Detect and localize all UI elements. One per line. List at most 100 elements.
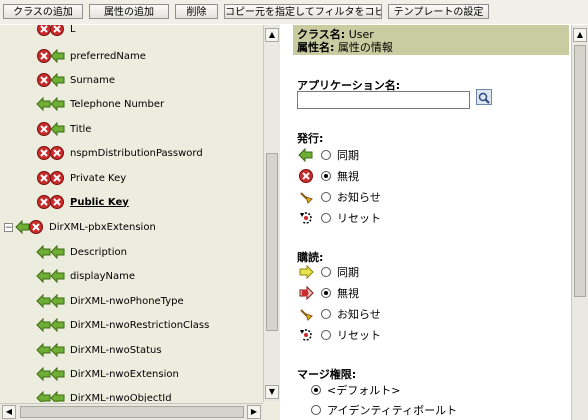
publish-ignore-option[interactable]: 無視	[297, 166, 359, 186]
tree-item-label: Description	[70, 246, 127, 258]
add-attribute-button[interactable]: 属性の追加	[89, 4, 169, 19]
option-label: リセット	[337, 212, 381, 225]
filter-ignore-sync-icon	[36, 121, 66, 137]
tree-item-label: nspmDistributionPassword	[70, 147, 203, 159]
filter-ignore-ignore-icon	[36, 145, 66, 161]
scroll-up-arrow-icon[interactable]: ▲	[573, 28, 587, 42]
tree-item-label: DirXML-nwoStatus	[70, 344, 162, 356]
tree-item-label: DirXML-nwoRestrictionClass	[70, 319, 210, 331]
reset-icon	[297, 327, 315, 343]
radio-button-selected[interactable]	[321, 171, 331, 181]
tree-item[interactable]: displayName	[36, 266, 135, 286]
tree-item[interactable]: Private Key	[36, 168, 126, 188]
details-vertical-scrollbar[interactable]: ▲	[571, 25, 588, 420]
tree-item[interactable]: nspmDistributionPassword	[36, 143, 203, 163]
option-label: お知らせ	[337, 191, 381, 204]
radio-button[interactable]	[321, 192, 331, 202]
scroll-left-arrow-icon[interactable]: ◀	[2, 405, 16, 419]
collapse-icon[interactable]: −	[4, 222, 13, 232]
scroll-thumb[interactable]	[20, 406, 244, 418]
radio-button[interactable]	[321, 309, 331, 319]
class-name-value: User	[348, 28, 374, 41]
tree-item[interactable]: DirXML-nwoStatus	[36, 340, 162, 360]
tree-item-selected[interactable]: Public Key	[36, 192, 129, 212]
scroll-up-arrow-icon[interactable]: ▲	[265, 28, 279, 42]
notify-icon	[297, 306, 315, 322]
subscribe-ignore-option[interactable]: 無視	[297, 283, 359, 303]
radio-button[interactable]	[321, 213, 331, 223]
search-button[interactable]	[476, 89, 492, 105]
subscribe-sync-option[interactable]: 同期	[297, 262, 359, 282]
filter-tree-panel: L preferredName Surname Telephone Number…	[0, 25, 280, 420]
scroll-thumb[interactable]	[574, 45, 586, 297]
tree-item[interactable]: L	[36, 25, 76, 39]
class-name-label: クラス名:	[297, 28, 346, 41]
publish-notify-option[interactable]: お知らせ	[297, 187, 381, 207]
scroll-right-arrow-icon[interactable]: ▶	[247, 405, 261, 419]
tree-item-class[interactable]: − DirXML-pbxExtension	[4, 217, 156, 237]
option-label: アイデンティティボールト	[327, 404, 458, 417]
subscribe-reset-option[interactable]: リセット	[297, 325, 381, 345]
scroll-thumb[interactable]	[266, 153, 278, 331]
toolbar: クラスの追加 属性の追加 削除 コピー元を指定してフィルタをコピー... テンプ…	[0, 0, 588, 24]
filter-sync-sync-icon	[36, 268, 66, 284]
tree-item[interactable]: DirXML-nwoObjectId	[36, 388, 172, 402]
tree-horizontal-scrollbar[interactable]: ◀ ▶	[0, 403, 263, 420]
radio-button[interactable]	[321, 150, 331, 160]
merge-identity-vault-option[interactable]: アイデンティティボールト	[311, 400, 457, 420]
publish-sync-option[interactable]: 同期	[297, 145, 359, 165]
tree-item[interactable]: Surname	[36, 70, 115, 90]
filter-ignore-ignore-icon	[36, 194, 66, 210]
ignore-icon	[297, 168, 315, 184]
tree-item-label: Surname	[70, 74, 115, 86]
radio-button[interactable]	[311, 405, 321, 415]
tree-item[interactable]: Description	[36, 242, 127, 262]
tree-item-label: Telephone Number	[70, 98, 165, 110]
filter-ignore-ignore-icon	[36, 25, 66, 37]
filter-sync-sync-icon	[36, 317, 66, 333]
option-label: <デフォルト>	[327, 384, 401, 397]
app-name-input[interactable]	[297, 91, 470, 109]
attribute-name-value: 属性の情報	[337, 41, 393, 54]
radio-button[interactable]	[321, 330, 331, 340]
tree-item-label: displayName	[70, 270, 136, 282]
tree-item-label: DirXML-nwoPhoneType	[70, 295, 184, 307]
tree-item[interactable]: DirXML-nwoExtension	[36, 364, 179, 384]
filter-sync-sync-icon	[36, 96, 66, 112]
radio-button-selected[interactable]	[311, 385, 321, 395]
sync-icon	[297, 264, 315, 280]
tree-item[interactable]: Telephone Number	[36, 94, 164, 114]
sync-icon	[297, 147, 315, 163]
tree-item[interactable]: preferredName	[36, 46, 146, 66]
option-label: 同期	[337, 266, 359, 279]
tree-item[interactable]: DirXML-nwoRestrictionClass	[36, 315, 209, 335]
filter-ignore-sync-icon	[36, 72, 66, 88]
filter-sync-sync-icon	[36, 366, 66, 382]
publish-reset-option[interactable]: リセット	[297, 208, 381, 228]
tree-item[interactable]: Title	[36, 119, 91, 139]
search-icon	[478, 92, 490, 104]
filter-ignore-ignore-icon	[36, 170, 66, 186]
selection-header: クラス名: User 属性名: 属性の情報	[293, 25, 569, 55]
copy-filter-from-button[interactable]: コピー元を指定してフィルタをコピー...	[224, 4, 382, 19]
option-label: お知らせ	[337, 308, 381, 321]
template-settings-button[interactable]: テンプレートの設定	[388, 4, 489, 19]
tree-vertical-scrollbar[interactable]: ▲ ▼	[263, 25, 280, 402]
tree-item-label: preferredName	[70, 50, 146, 62]
filter-sync-sync-icon	[36, 293, 66, 309]
add-class-button[interactable]: クラスの追加	[3, 4, 83, 19]
attribute-name-label: 属性名:	[297, 41, 335, 54]
scroll-down-arrow-icon[interactable]: ▼	[265, 385, 279, 399]
tree-item[interactable]: DirXML-nwoPhoneType	[36, 291, 184, 311]
tree-item-label: DirXML-pbxExtension	[49, 221, 156, 233]
radio-button-selected[interactable]	[321, 288, 331, 298]
tree-item-label: Private Key	[70, 172, 127, 184]
delete-button[interactable]: 削除	[175, 4, 218, 19]
subscribe-notify-option[interactable]: お知らせ	[297, 304, 381, 324]
filter-sync-sync-icon	[36, 390, 66, 402]
radio-button[interactable]	[321, 267, 331, 277]
tree-item-label: Title	[70, 123, 92, 135]
tree-item-label: DirXML-nwoExtension	[70, 368, 179, 380]
merge-default-option[interactable]: <デフォルト>	[311, 380, 400, 400]
filter-tree: L preferredName Surname Telephone Number…	[0, 25, 262, 402]
